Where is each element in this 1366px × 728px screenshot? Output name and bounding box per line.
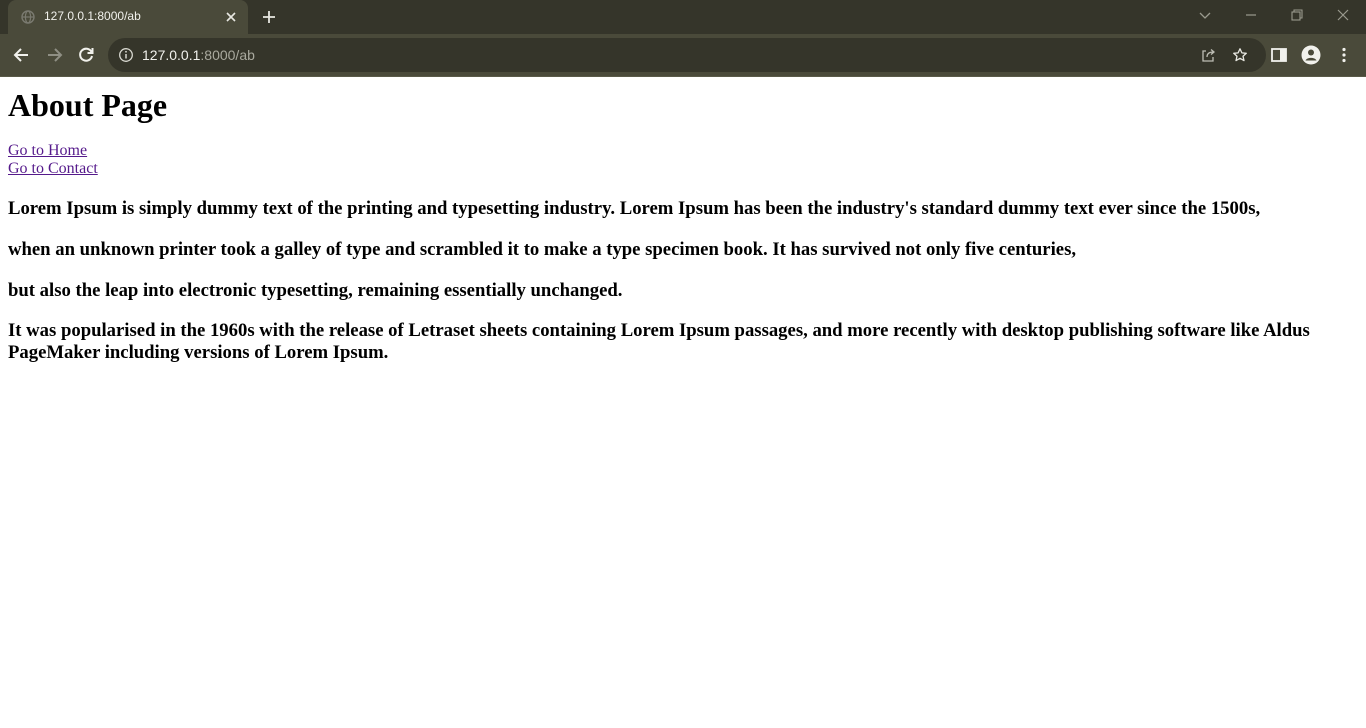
reload-icon[interactable]: [76, 45, 96, 65]
page-title: About Page: [8, 87, 168, 123]
paragraph-2: when an unknown printer took a galley of…: [8, 239, 1077, 260]
minimize-icon[interactable]: [1242, 6, 1260, 24]
side-panel-icon[interactable]: [1269, 45, 1289, 65]
url-path: :8000/ab: [200, 47, 255, 63]
arrow-right-icon[interactable]: [44, 45, 64, 65]
page-content: About Page Go to Home Go to Contact Lore…: [0, 77, 1366, 728]
chevron-down-icon[interactable]: [1196, 6, 1214, 24]
paragraph-1: Lorem Ipsum is simply dummy text of the …: [8, 198, 1261, 219]
home-link[interactable]: Go to Home: [8, 142, 87, 160]
paragraph-4: It was popularised in the 1960s with the…: [8, 320, 1310, 363]
arrow-left-icon[interactable]: [12, 45, 32, 65]
tab-title: 127.0.0.1:8000/ab: [44, 9, 141, 23]
browser-tab[interactable]: 127.0.0.1:8000/ab: [8, 0, 248, 34]
browser-toolbar: 127.0.0.1:8000/ab: [0, 34, 1366, 77]
restore-icon[interactable]: [1288, 6, 1306, 24]
star-icon[interactable]: [1232, 47, 1248, 63]
url-host: 127.0.0.1: [142, 47, 201, 63]
kebab-menu-icon[interactable]: [1334, 45, 1354, 65]
info-icon[interactable]: [118, 47, 134, 63]
tab-strip: 127.0.0.1:8000/ab: [0, 0, 1366, 34]
contact-link[interactable]: Go to Contact: [8, 160, 98, 178]
paragraph-3: but also the leap into electronic typese…: [8, 280, 623, 301]
window-close-icon[interactable]: [1334, 6, 1352, 24]
share-icon[interactable]: [1200, 47, 1216, 63]
address-bar[interactable]: 127.0.0.1:8000/ab: [108, 38, 1266, 72]
profile-icon[interactable]: [1301, 45, 1321, 65]
globe-icon: [21, 10, 35, 24]
url-text: 127.0.0.1:8000/ab: [142, 47, 255, 63]
close-icon[interactable]: [223, 9, 239, 25]
plus-icon[interactable]: [260, 8, 278, 26]
nav-links: Go to Home Go to Contact: [8, 142, 98, 178]
